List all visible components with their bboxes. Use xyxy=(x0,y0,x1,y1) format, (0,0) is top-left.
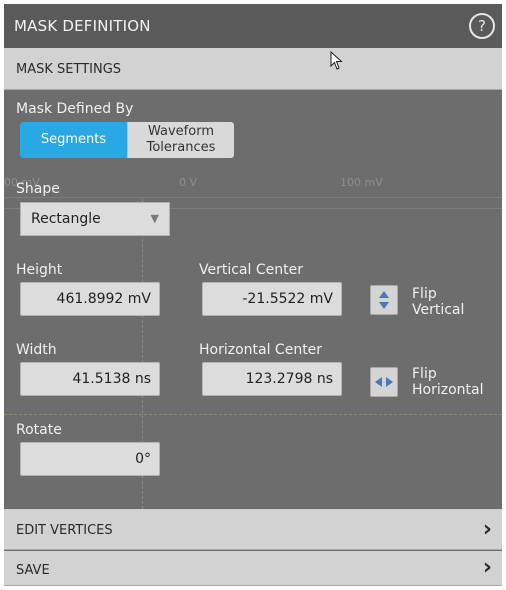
width-label: Width xyxy=(16,342,57,358)
chevron-right-icon: › xyxy=(482,555,492,580)
flip-vertical-label: Flip Vertical xyxy=(412,286,465,318)
mask-defined-by-toggle: Segments Waveform Tolerances xyxy=(20,122,234,158)
dropdown-arrow-icon: ▼ xyxy=(150,212,159,225)
height-label: Height xyxy=(16,262,63,278)
height-field[interactable]: 461.8992 mV xyxy=(20,282,160,316)
horizontal-center-label: Horizontal Center xyxy=(199,342,323,358)
edit-vertices-label: EDIT VERTICES xyxy=(16,523,113,538)
segments-option[interactable]: Segments xyxy=(20,122,127,158)
flip-horizontal-button[interactable] xyxy=(370,367,398,397)
width-field[interactable]: 41.5138 ns xyxy=(20,362,160,396)
shape-label: Shape xyxy=(16,181,60,197)
background-axis-label: 100 mV xyxy=(340,176,383,189)
mask-definition-panel: 00 mV 0 V 100 mV MASK DEFINITION ? MASK … xyxy=(4,4,502,586)
flip-vertical-button[interactable] xyxy=(370,285,398,315)
horizontal-center-field[interactable]: 123.2798 ns xyxy=(202,362,342,396)
help-icon[interactable]: ? xyxy=(469,13,495,39)
flip-horizontal-label: Flip Horizontal xyxy=(412,366,484,398)
save-row[interactable]: SAVE › xyxy=(4,551,502,586)
title-bar: MASK DEFINITION ? xyxy=(4,4,502,48)
rotate-label: Rotate xyxy=(16,422,62,438)
shape-value: Rectangle xyxy=(31,211,101,227)
edit-vertices-row[interactable]: EDIT VERTICES › xyxy=(4,509,502,550)
shape-dropdown[interactable]: Rectangle ▼ xyxy=(20,202,170,236)
up-down-arrows-icon xyxy=(379,291,389,309)
mask-defined-by-label: Mask Defined By xyxy=(16,101,134,117)
panel-title: MASK DEFINITION xyxy=(14,17,151,35)
background-axis-label: 0 V xyxy=(179,176,198,189)
save-label: SAVE xyxy=(16,563,50,578)
vertical-center-label: Vertical Center xyxy=(199,262,303,278)
mouse-pointer-icon xyxy=(330,51,343,70)
waveform-tolerances-option[interactable]: Waveform Tolerances xyxy=(127,122,234,158)
mask-settings-label: MASK SETTINGS xyxy=(16,62,122,77)
left-right-arrows-icon xyxy=(375,377,393,387)
rotate-field[interactable]: 0° xyxy=(20,442,160,476)
mask-settings-header[interactable]: MASK SETTINGS xyxy=(4,48,502,90)
vertical-center-field[interactable]: -21.5522 mV xyxy=(202,282,342,316)
chevron-right-icon: › xyxy=(482,517,492,542)
background-waveform-line xyxy=(4,414,502,415)
